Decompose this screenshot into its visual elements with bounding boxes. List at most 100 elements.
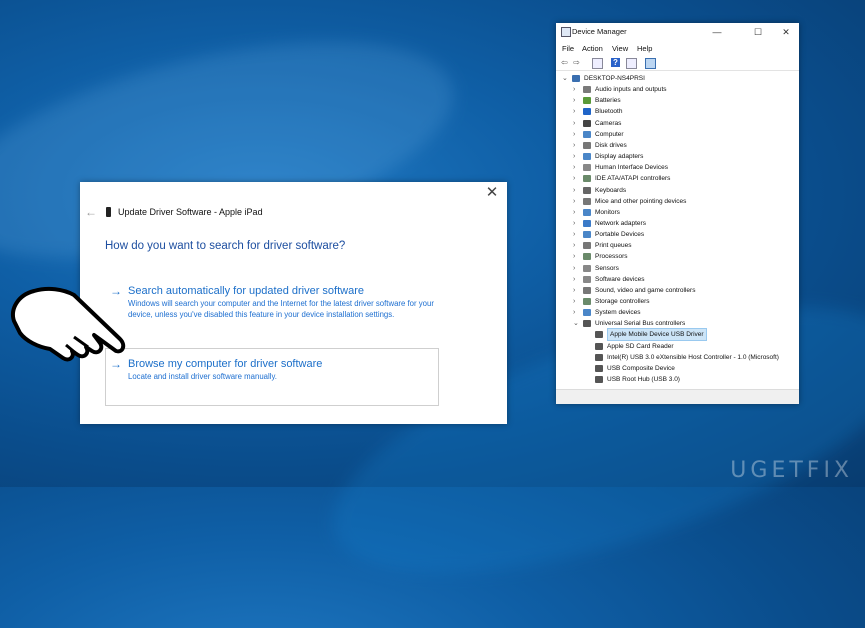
tree-item-label: Intel(R) USB 3.0 eXtensible Host Control… <box>607 353 779 361</box>
device-tree: ⌄ DESKTOP-NS4PRSI › Audio inputs and output… <box>556 73 799 390</box>
chevron-right-icon[interactable]: › <box>573 296 581 307</box>
close-button[interactable]: ✕ <box>775 25 797 39</box>
tree-item-label: IDE ATA/ATAPI controllers <box>595 175 671 183</box>
chevron-right-icon[interactable]: › <box>573 185 581 196</box>
title-bar: Device Manager — ☐ ✕ <box>556 23 799 41</box>
device-category-icon <box>583 275 591 283</box>
device-manager-icon <box>561 27 571 37</box>
tree-item-label: Mice and other pointing devices <box>595 197 687 205</box>
tree-item-label: Computer <box>595 130 624 138</box>
device-category-icon <box>583 231 591 239</box>
chevron-right-icon[interactable]: › <box>573 118 581 129</box>
menu-bar: File Action View Help <box>556 43 799 54</box>
chevron-right-icon[interactable]: › <box>573 95 581 106</box>
chevron-right-icon[interactable]: › <box>573 207 581 218</box>
device-category-icon <box>583 164 591 172</box>
tree-item-label: USB Root Hub (USB 3.0) <box>607 376 680 384</box>
horizontal-scrollbar[interactable] <box>556 389 799 404</box>
device-category-icon <box>583 298 591 305</box>
forward-arrow-icon[interactable]: ⇨ <box>572 58 581 67</box>
dialog-heading: How do you want to search for driver sof… <box>105 240 346 252</box>
chevron-right-icon[interactable]: › <box>573 84 581 95</box>
tree-item-label: Apple Mobile Device USB Driver <box>607 328 707 342</box>
tree-item-label: Network adapters <box>595 219 646 227</box>
pointing-hand-icon <box>11 286 126 362</box>
device-category-icon <box>583 309 591 317</box>
device-category-icon <box>583 130 591 138</box>
view-icon[interactable] <box>626 58 637 69</box>
chevron-right-icon[interactable]: › <box>573 263 581 274</box>
menu-file[interactable]: File <box>562 44 574 53</box>
monitor-icon[interactable] <box>645 58 656 69</box>
tree-item-label: Keyboards <box>595 186 627 194</box>
toolbar: ⇦ ⇨ ? <box>556 56 799 71</box>
device-category-icon <box>583 264 591 272</box>
watermark-logo: UGETFIX <box>730 458 853 483</box>
dialog-title: Update Driver Software - Apple iPad <box>118 207 263 217</box>
back-arrow-icon[interactable]: ⇦ <box>560 58 569 67</box>
tree-item-label: Batteries <box>595 97 621 105</box>
chevron-down-icon[interactable]: ⌄ <box>562 73 570 84</box>
chevron-right-icon[interactable]: › <box>573 218 581 229</box>
chevron-right-icon[interactable]: › <box>573 240 581 251</box>
device-category-icon <box>583 219 591 227</box>
device-category-icon <box>583 153 591 161</box>
chevron-right-icon[interactable]: › <box>573 274 581 285</box>
chevron-right-icon[interactable]: › <box>573 106 581 117</box>
device-manager-window: Device Manager — ☐ ✕ File Action View He… <box>556 23 799 404</box>
chevron-down-icon[interactable]: ⌄ <box>573 318 581 329</box>
search-automatically-option[interactable]: → Search automatically for updated drive… <box>106 282 438 334</box>
tree-item-label: Storage controllers <box>595 298 650 305</box>
chevron-right-icon[interactable]: › <box>573 307 581 318</box>
device-category-icon <box>583 197 591 205</box>
minimize-button[interactable]: — <box>706 25 728 39</box>
chevron-right-icon[interactable]: › <box>573 229 581 240</box>
device-category-icon <box>583 97 591 105</box>
menu-help[interactable]: Help <box>637 44 652 53</box>
option-description: Locate and install driver software manua… <box>128 372 277 381</box>
menu-action[interactable]: Action <box>582 44 603 53</box>
chevron-right-icon[interactable]: › <box>573 285 581 296</box>
device-category-icon <box>595 331 603 339</box>
back-arrow-icon[interactable]: ← <box>85 205 97 219</box>
tree-item-label: Software devices <box>595 275 645 283</box>
chevron-right-icon[interactable]: › <box>573 173 581 184</box>
window-title: Device Manager <box>572 27 627 36</box>
chevron-right-icon[interactable]: › <box>573 129 581 140</box>
device-category-icon <box>583 320 591 328</box>
tree-item-label: Cameras <box>595 119 622 127</box>
device-category-icon <box>583 86 591 94</box>
tree-item-label: USB Composite Device <box>607 364 675 372</box>
device-category-icon <box>583 119 591 127</box>
device-category-icon <box>595 364 603 372</box>
device-category-icon <box>595 376 603 384</box>
tree-item-label: Apple SD Card Reader <box>607 342 674 350</box>
tree-item-label: DESKTOP-NS4PRSI <box>584 75 645 82</box>
properties-icon[interactable] <box>592 58 603 69</box>
option-title: Search automatically for updated driver … <box>128 285 365 297</box>
chevron-right-icon[interactable]: › <box>573 251 581 262</box>
chevron-right-icon[interactable]: › <box>573 162 581 173</box>
tree-item-label: Bluetooth <box>595 108 623 116</box>
tree-item-label: Portable Devices <box>595 231 645 239</box>
chevron-right-icon[interactable]: › <box>573 196 581 207</box>
chevron-right-icon[interactable]: › <box>573 140 581 151</box>
close-icon[interactable]: ✕ <box>483 184 501 202</box>
device-category-icon <box>595 342 603 350</box>
update-driver-dialog: ✕ ← Update Driver Software - Apple iPad … <box>80 182 507 424</box>
tree-item-label: Print queues <box>595 242 632 250</box>
ipad-device-icon <box>106 207 111 217</box>
option-description: Windows will search your computer and th… <box>128 299 434 319</box>
browse-computer-option[interactable]: → Browse my computer for driver software… <box>105 348 439 406</box>
tree-item-label: Display adapters <box>595 153 644 161</box>
device-category-icon <box>572 75 580 82</box>
device-category-icon <box>583 141 591 149</box>
chevron-right-icon[interactable]: › <box>573 151 581 162</box>
tree-item-label: Human Interface Devices <box>595 164 668 172</box>
maximize-button[interactable]: ☐ <box>747 25 769 39</box>
tree-item-label: Monitors <box>595 208 620 216</box>
option-title: Browse my computer for driver software <box>128 358 323 370</box>
help-icon[interactable]: ? <box>611 58 620 67</box>
tree-item-label: Sound, video and game controllers <box>595 286 696 294</box>
menu-view[interactable]: View <box>612 44 628 53</box>
